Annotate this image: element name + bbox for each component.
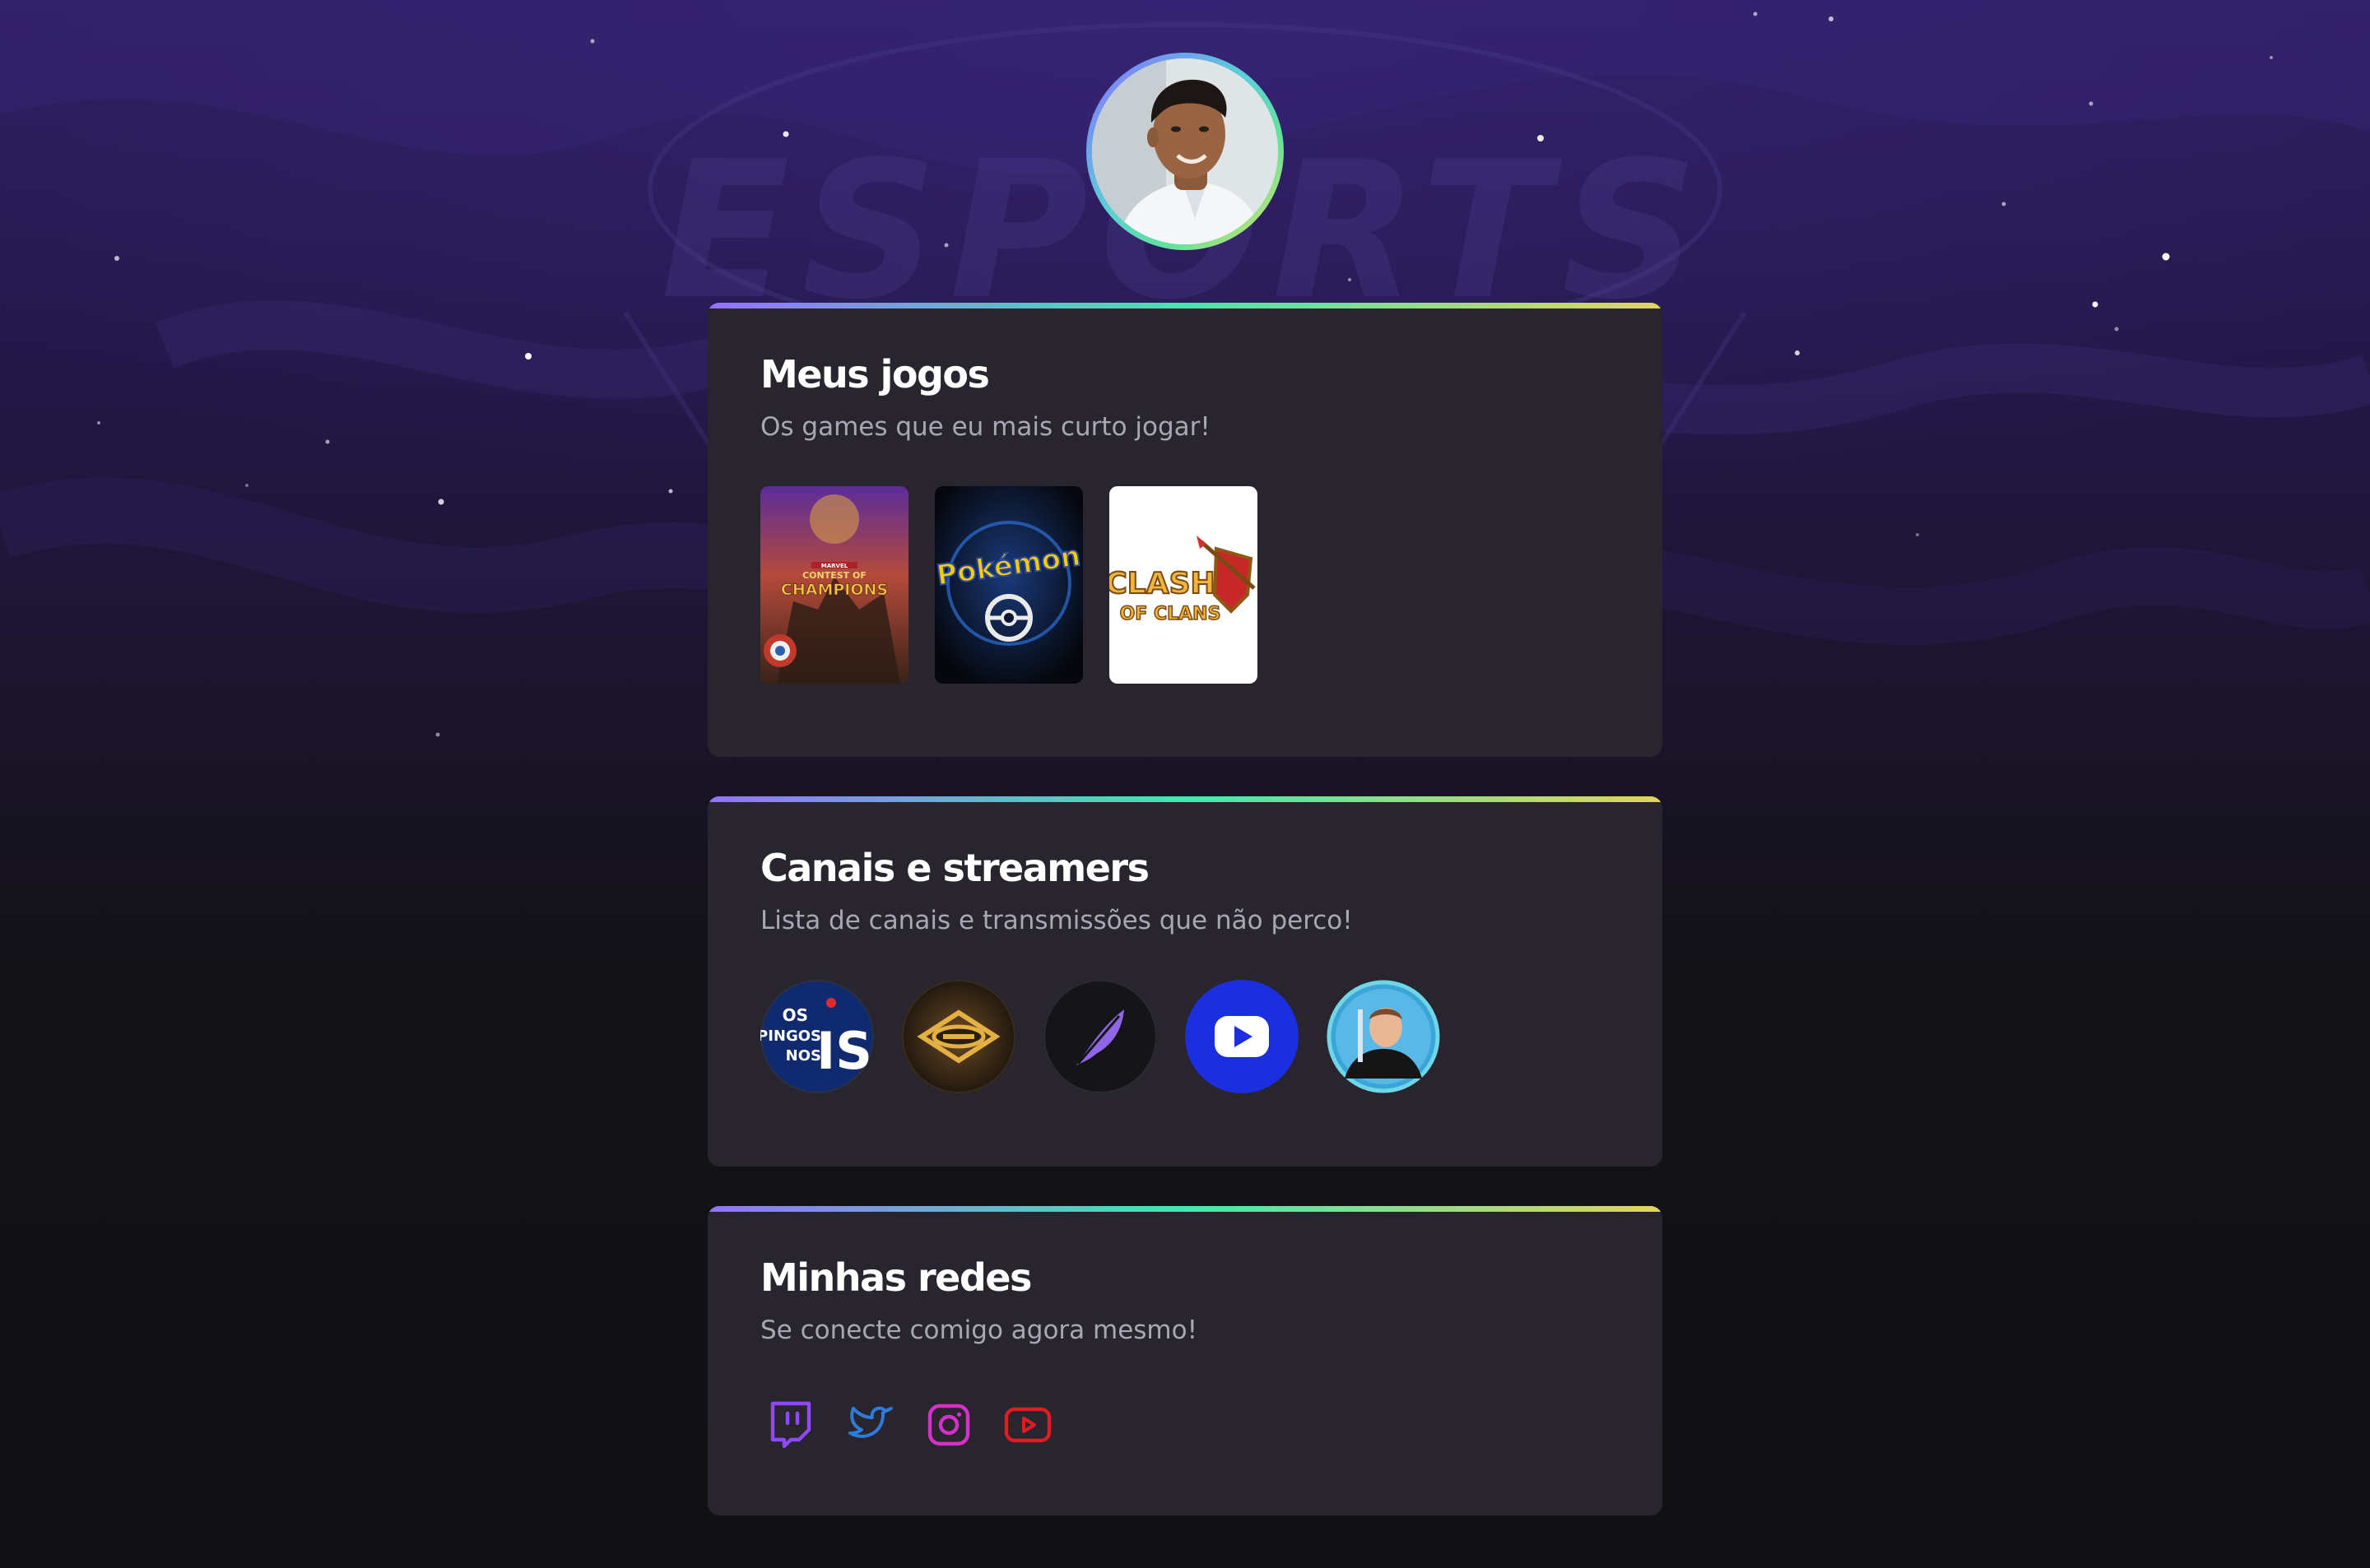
games-subtitle: Os games que eu mais curto jogar!	[760, 412, 1211, 442]
channel-os-pingos-nos-is[interactable]: OS PINGOS NOS IS	[760, 980, 874, 1093]
social-links	[764, 1398, 1662, 1452]
mcoc-logo-line3: CHAMPIONS	[781, 581, 888, 599]
channel-blue-play[interactable]	[1185, 980, 1299, 1093]
twitch-icon	[770, 1401, 811, 1449]
social-subtitle: Se conecte comigo agora mesmo!	[760, 1315, 1198, 1345]
instagram-icon	[927, 1403, 970, 1446]
games-card: Meus jogos Os games que eu mais curto jo…	[708, 303, 1662, 757]
social-card: Minhas redes Se conecte comigo agora mes…	[708, 1206, 1662, 1515]
profile-avatar	[1092, 58, 1278, 244]
coc-logo-line2: OF CLANS	[1120, 604, 1221, 624]
twitter-link[interactable]	[843, 1398, 897, 1452]
games-title: Meus jogos	[760, 352, 990, 397]
pingos-text-big: IS	[816, 1021, 872, 1081]
mcoc-logo-line2: CONTEST OF	[802, 570, 867, 581]
mcoc-logo-line1: MARVEL	[821, 563, 848, 569]
channels-subtitle: Lista de canais e transmissões que não p…	[760, 906, 1353, 935]
channels-card: Canais e streamers Lista de canais e tra…	[708, 796, 1662, 1167]
youtube-link[interactable]	[1001, 1398, 1055, 1452]
youtube-icon	[1004, 1407, 1052, 1443]
coc-logo-line1: CLASH	[1109, 567, 1215, 601]
profile-avatar-ring	[1086, 53, 1284, 250]
instagram-link[interactable]	[922, 1398, 976, 1452]
pingos-text-line2: PINGOS	[760, 1028, 821, 1045]
channels-title: Canais e streamers	[760, 846, 1150, 890]
channel-purple-feather[interactable]	[1043, 980, 1157, 1093]
game-marvel-contest-of-champions[interactable]: MARVEL CONTEST OF CHAMPIONS	[760, 486, 908, 684]
channel-streamer-avatar[interactable]	[1327, 980, 1440, 1093]
pingos-text-line1: OS	[783, 1005, 808, 1025]
channels-list: OS PINGOS NOS IS	[760, 980, 1662, 1093]
twitch-link[interactable]	[764, 1398, 818, 1452]
game-clash-of-clans[interactable]: CLASH OF CLANS	[1109, 486, 1257, 684]
game-pokemon-go[interactable]: Pokémon GO	[935, 486, 1083, 684]
channel-gold-emblem[interactable]	[902, 980, 1015, 1093]
games-list: MARVEL CONTEST OF CHAMPIONS Pokémon CLAS…	[760, 486, 1662, 684]
social-title: Minhas redes	[760, 1255, 1032, 1300]
twitter-icon	[848, 1406, 893, 1438]
